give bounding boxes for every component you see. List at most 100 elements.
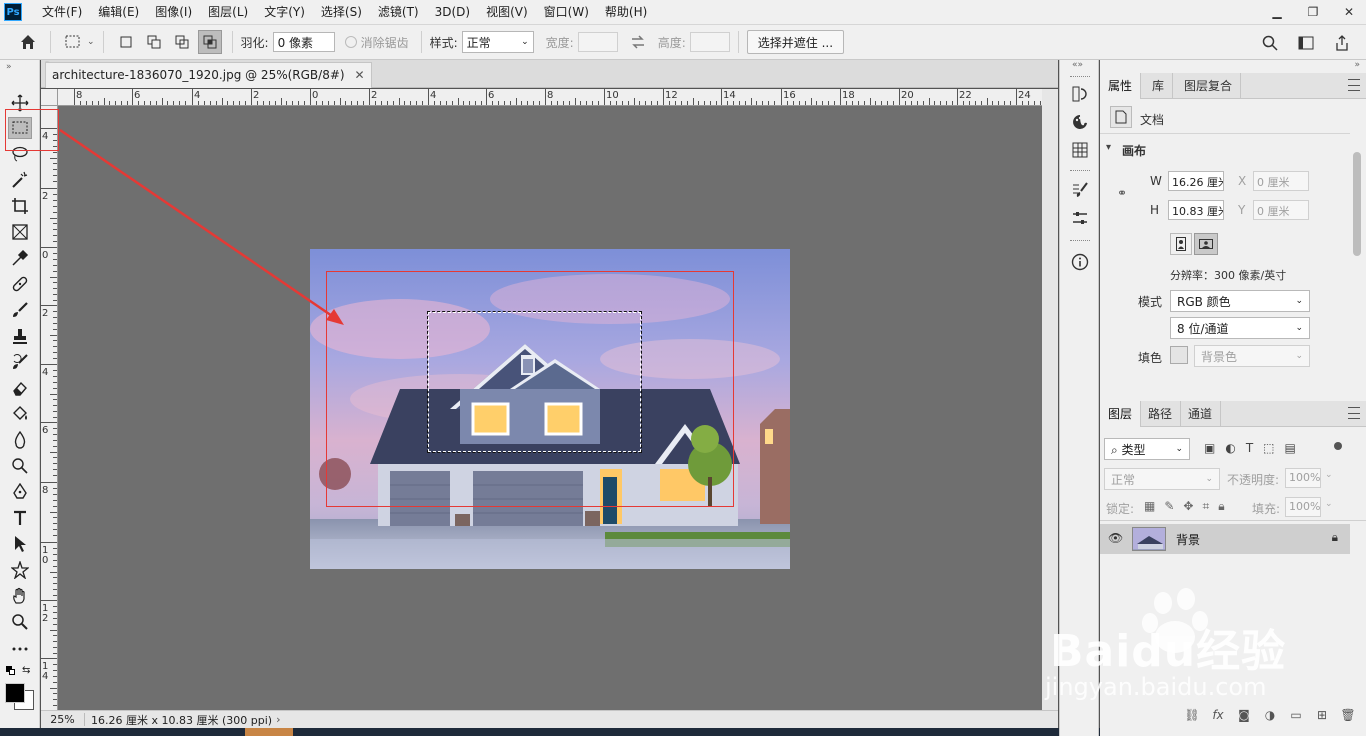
type-filter-icon[interactable]: T: [1246, 441, 1253, 455]
chevron-down-icon[interactable]: ⌄: [87, 37, 95, 47]
dock-grip[interactable]: [1070, 170, 1090, 172]
foreground-color-swatch[interactable]: [5, 683, 25, 703]
close-icon[interactable]: ✕: [355, 63, 365, 87]
fill-select[interactable]: 背景色 ⌄: [1194, 345, 1310, 367]
vertical-ruler[interactable]: 42024681 01 21 4: [41, 106, 58, 710]
tab-paths[interactable]: 路径: [1140, 401, 1182, 427]
lock-transparent-icon[interactable]: ▦: [1144, 499, 1155, 514]
swatches-icon[interactable]: [1068, 138, 1092, 162]
fx-icon[interactable]: fx: [1210, 707, 1226, 723]
tab-channels[interactable]: 通道: [1180, 401, 1222, 427]
landscape-icon[interactable]: [1194, 233, 1218, 255]
tab-layer-comps[interactable]: 图层复合: [1176, 73, 1242, 99]
default-colors-icon[interactable]: [6, 666, 16, 676]
subtract-selection-icon[interactable]: [170, 30, 194, 54]
shape-filter-icon[interactable]: ⬚: [1263, 441, 1274, 455]
brush-tool-icon[interactable]: [8, 299, 32, 321]
chevron-down-icon[interactable]: ▾: [1106, 142, 1111, 153]
canvas-x-input[interactable]: 0 厘米: [1253, 171, 1309, 191]
chevron-right-icon[interactable]: ›: [276, 713, 280, 726]
path-selection-tool-icon[interactable]: [8, 533, 32, 555]
filter-toggle-icon[interactable]: [1334, 442, 1342, 450]
more-tools-icon[interactable]: [8, 638, 32, 660]
marquee-preset-icon[interactable]: [61, 30, 85, 54]
dock-grip[interactable]: [1070, 240, 1090, 242]
search-icon[interactable]: [1258, 31, 1282, 55]
share-icon[interactable]: [1330, 31, 1354, 55]
clone-stamp-tool-icon[interactable]: [8, 325, 32, 347]
menu-filter[interactable]: 滤镜(T): [370, 0, 427, 24]
taskbar-app[interactable]: [245, 728, 293, 736]
smart-object-filter-icon[interactable]: ▤: [1285, 441, 1296, 455]
dock-grip[interactable]: [1070, 76, 1090, 78]
link-layers-icon[interactable]: ⛓︎: [1184, 707, 1200, 723]
pen-tool-icon[interactable]: [8, 481, 32, 503]
bit-depth-select[interactable]: 8 位/通道 ⌄: [1170, 317, 1310, 339]
minimize-icon[interactable]: ▁: [1260, 2, 1294, 22]
menu-3d[interactable]: 3D(D): [427, 0, 478, 24]
tab-layers[interactable]: 图层: [1100, 401, 1142, 427]
collapse-panel-icon[interactable]: »: [6, 62, 12, 72]
layer-row-background[interactable]: 👁︎ 背景 🔒︎: [1100, 524, 1350, 554]
close-icon[interactable]: ✕: [1332, 2, 1366, 22]
info-icon[interactable]: [1068, 250, 1092, 274]
history-icon[interactable]: [1068, 82, 1092, 106]
adjustments-icon[interactable]: [1068, 206, 1092, 230]
brush-settings-icon[interactable]: [1068, 178, 1092, 202]
frame-tool-icon[interactable]: [8, 221, 32, 243]
layer-kind-filter[interactable]: ⌕ 类型 ⌄: [1104, 438, 1190, 460]
select-and-mask-button[interactable]: 选择并遮住 ...: [746, 30, 845, 54]
new-selection-icon[interactable]: [114, 30, 138, 54]
hand-tool-icon[interactable]: [8, 585, 32, 607]
link-icon[interactable]: ⚭: [1117, 186, 1127, 200]
zoom-tool-icon[interactable]: [8, 611, 32, 633]
eyedropper-tool-icon[interactable]: [8, 247, 32, 269]
menu-select[interactable]: 选择(S): [313, 0, 370, 24]
vertical-scrollbar[interactable]: [1042, 89, 1058, 710]
image-filter-icon[interactable]: ▣: [1204, 441, 1215, 455]
menu-window[interactable]: 窗口(W): [536, 0, 597, 24]
lock-all-icon[interactable]: 🔒︎: [1218, 499, 1224, 514]
healing-brush-tool-icon[interactable]: [8, 273, 32, 295]
properties-scrollbar[interactable]: [1350, 140, 1364, 395]
canvas-width-input[interactable]: 16.26 厘米: [1168, 171, 1224, 191]
menu-file[interactable]: 文件(F): [34, 0, 90, 24]
document-info[interactable]: 16.26 厘米 x 10.83 厘米 (300 ppi): [91, 712, 272, 728]
portrait-icon[interactable]: [1170, 233, 1192, 255]
lock-artboard-icon[interactable]: ⌗: [1202, 499, 1209, 514]
blur-tool-icon[interactable]: [8, 429, 32, 451]
collapse-icon[interactable]: «»: [1072, 60, 1083, 70]
lock-position-icon[interactable]: ✥: [1183, 499, 1193, 514]
feather-input[interactable]: 0 像素: [272, 32, 335, 52]
dodge-tool-icon[interactable]: [8, 455, 32, 477]
blend-mode-select[interactable]: 正常 ⌄: [1104, 468, 1220, 490]
paint-bucket-tool-icon[interactable]: [8, 403, 32, 425]
color-icon[interactable]: [1068, 110, 1092, 134]
menu-image[interactable]: 图像(I): [147, 0, 200, 24]
type-tool-icon[interactable]: [8, 507, 32, 529]
menu-view[interactable]: 视图(V): [478, 0, 536, 24]
workspace-icon[interactable]: [1294, 31, 1318, 55]
scrollbar-thumb[interactable]: [1353, 152, 1361, 256]
color-mode-select[interactable]: RGB 颜色 ⌄: [1170, 290, 1310, 312]
ruler-origin[interactable]: [41, 89, 58, 106]
menu-type[interactable]: 文字(Y): [256, 0, 313, 24]
swap-colors-icon[interactable]: ⇆: [22, 665, 30, 676]
chevron-down-icon[interactable]: ⌄: [1325, 470, 1333, 480]
height-input[interactable]: [689, 32, 730, 52]
tab-properties[interactable]: 属性: [1100, 73, 1142, 99]
adjustment-filter-icon[interactable]: ◐: [1225, 441, 1235, 455]
shape-tool-icon[interactable]: [8, 559, 32, 581]
history-brush-tool-icon[interactable]: [8, 351, 32, 373]
magic-wand-tool-icon[interactable]: [8, 169, 32, 191]
zoom-level[interactable]: 25%: [41, 713, 85, 726]
visibility-eye-icon[interactable]: 👁︎: [1108, 531, 1123, 545]
collapse-icon[interactable]: »: [1354, 60, 1360, 70]
width-input[interactable]: [577, 32, 618, 52]
chevron-down-icon[interactable]: ⌄: [1325, 499, 1333, 509]
eraser-tool-icon[interactable]: [8, 377, 32, 399]
swap-icon[interactable]: [626, 30, 650, 54]
trash-icon[interactable]: 🗑︎: [1340, 707, 1356, 723]
menu-edit[interactable]: 编辑(E): [90, 0, 147, 24]
new-layer-icon[interactable]: ⊞: [1314, 707, 1330, 723]
